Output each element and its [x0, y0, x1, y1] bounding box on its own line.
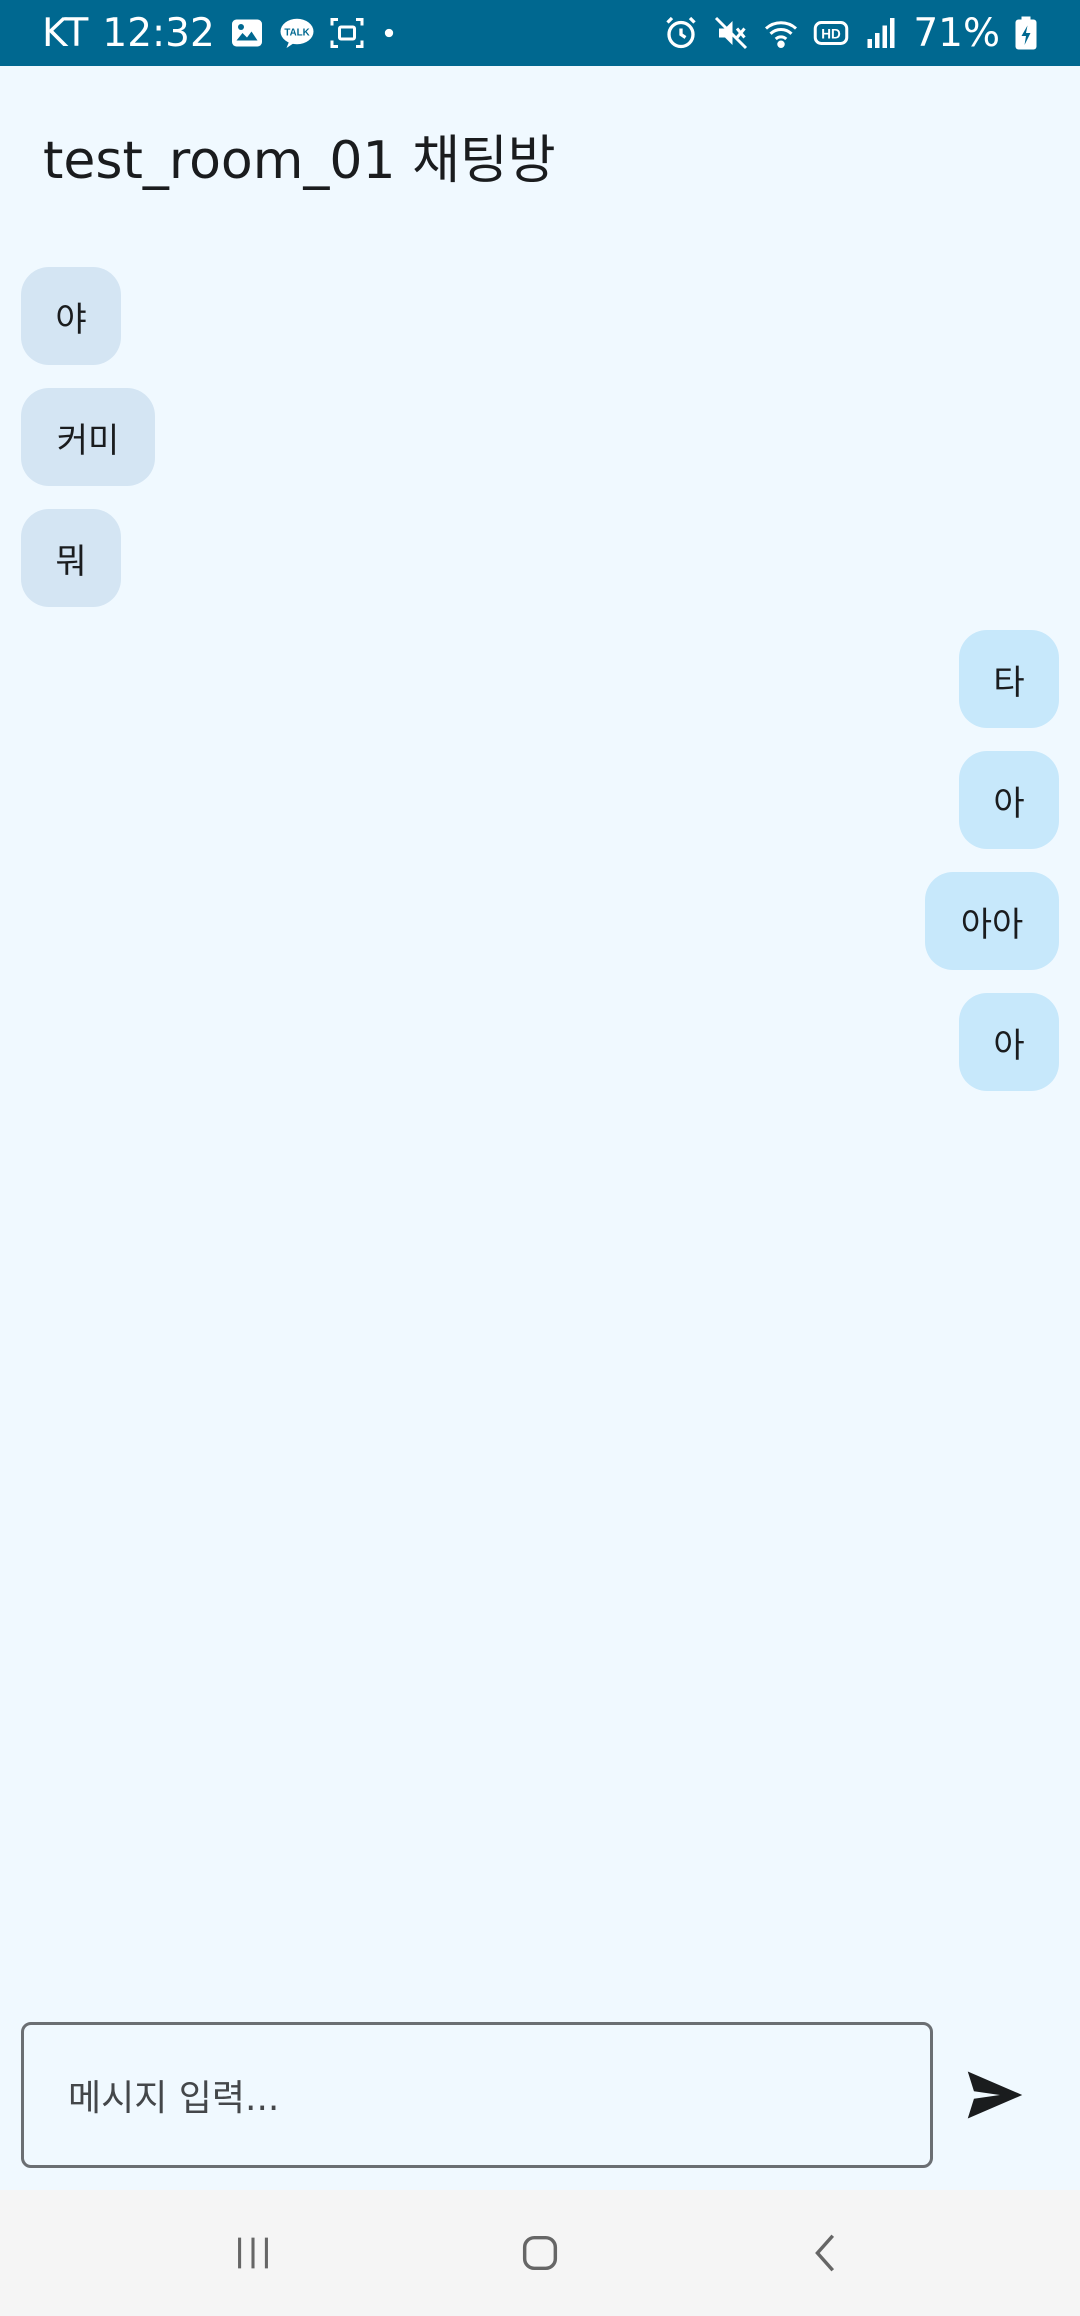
message-text: 타 — [993, 662, 1025, 703]
talk-icon: TALK — [279, 15, 315, 51]
message-bubble-received[interactable]: 야 — [21, 267, 121, 365]
message-bubble-sent[interactable]: 타 — [959, 630, 1059, 728]
message-input[interactable]: 메시지 입력... — [21, 2022, 933, 2168]
status-left: KT 12:32 TALK — [42, 11, 399, 56]
send-button[interactable] — [960, 2060, 1030, 2130]
hd-icon: HD — [813, 15, 849, 51]
message-input-placeholder: 메시지 입력... — [68, 2078, 280, 2119]
chat-screen: KT 12:32 TALK HD 71% test_room_01 채팅방 야 … — [0, 0, 1080, 2316]
system-nav-bar — [0, 2190, 1080, 2316]
send-icon — [967, 2071, 1023, 2119]
message-text: 아아 — [960, 904, 1024, 945]
talk-badge-text: TALK — [284, 27, 309, 38]
home-button[interactable] — [500, 2213, 580, 2293]
message-bubble-received[interactable]: 커미 — [21, 388, 155, 486]
message-text: 아 — [993, 783, 1025, 824]
message-bubble-sent[interactable]: 아아 — [925, 872, 1059, 970]
screenshot-icon — [329, 15, 365, 51]
back-icon — [814, 2234, 834, 2272]
alarm-icon — [663, 15, 699, 51]
signal-icon — [863, 15, 899, 51]
battery-charging-icon — [1014, 15, 1038, 51]
message-text: 뭐 — [55, 541, 87, 582]
dot-icon — [379, 15, 399, 51]
status-bar: KT 12:32 TALK HD 71% — [0, 0, 1080, 66]
recent-apps-icon — [238, 2237, 269, 2269]
message-bubble-received[interactable]: 뭐 — [21, 509, 121, 607]
carrier-label: KT — [42, 10, 89, 56]
message-text: 아 — [993, 1025, 1025, 1066]
message-text: 야 — [55, 299, 87, 340]
gallery-icon — [229, 15, 265, 51]
battery-percent: 71% — [913, 10, 1000, 56]
clock: 12:32 — [102, 10, 215, 56]
status-right: HD 71% — [663, 11, 1038, 56]
hd-badge-text: HD — [822, 26, 842, 41]
back-button[interactable] — [787, 2213, 867, 2293]
wifi-icon — [763, 15, 799, 51]
message-bubble-sent[interactable]: 아 — [959, 751, 1059, 849]
home-icon — [522, 2235, 558, 2271]
page-title: test_room_01 채팅방 — [43, 131, 556, 191]
message-bubble-sent[interactable]: 아 — [959, 993, 1059, 1091]
message-text: 커미 — [56, 420, 120, 461]
recent-apps-button[interactable] — [213, 2213, 293, 2293]
mute-icon — [713, 15, 749, 51]
